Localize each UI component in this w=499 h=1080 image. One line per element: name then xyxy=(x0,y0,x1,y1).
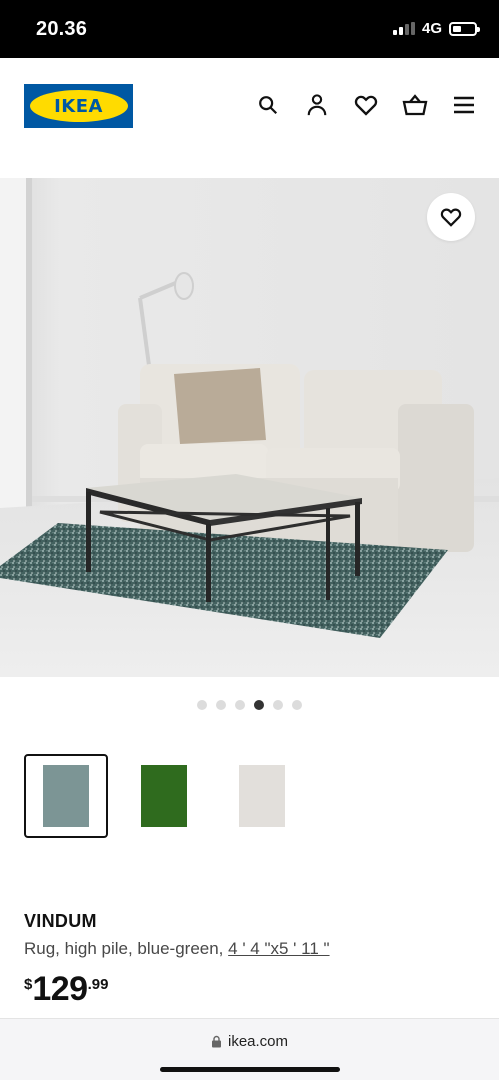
site-header: IKEA xyxy=(0,58,499,176)
header-icons xyxy=(255,92,477,118)
variant-thumbnails xyxy=(24,754,304,838)
carousel-dot[interactable] xyxy=(235,700,245,710)
url-text: ikea.com xyxy=(227,1033,289,1050)
room-scene-illustration xyxy=(0,178,499,677)
menu-icon[interactable] xyxy=(451,92,477,118)
variant-thumb-green[interactable] xyxy=(122,754,206,838)
status-bar: 20.36 4G xyxy=(0,0,499,58)
product-size-link[interactable]: 4 ' 4 "x5 ' 11 " xyxy=(228,939,329,958)
carousel-dot[interactable] xyxy=(292,700,302,710)
logo-text: IKEA xyxy=(54,95,103,117)
variant-swatch xyxy=(239,765,285,827)
url-field[interactable]: ikea.com xyxy=(0,1033,499,1050)
heart-icon[interactable] xyxy=(353,92,379,118)
product-image[interactable] xyxy=(0,178,499,677)
variant-thumb-white[interactable] xyxy=(220,754,304,838)
variant-swatch xyxy=(141,765,187,827)
product-description: Rug, high pile, blue-green, 4 ' 4 "x5 ' … xyxy=(24,939,330,959)
product-price: $ 129 .99 xyxy=(24,971,108,1007)
price-currency: $ xyxy=(24,976,33,993)
lock-icon xyxy=(211,1035,221,1048)
price-integer: 129 xyxy=(32,970,88,1008)
heart-icon xyxy=(440,208,462,227)
carousel-dot[interactable] xyxy=(254,700,264,710)
favorite-button[interactable] xyxy=(427,193,475,241)
carousel-dot[interactable] xyxy=(273,700,283,710)
user-icon[interactable] xyxy=(304,92,330,118)
network-type: 4G xyxy=(421,20,442,37)
product-description-text: Rug, high pile, blue-green, xyxy=(24,939,229,958)
logo-oval: IKEA xyxy=(29,90,128,122)
battery-level xyxy=(453,25,461,32)
signal-icon xyxy=(392,22,415,35)
price-decimal: .99 xyxy=(87,976,109,993)
status-time: 20.36 xyxy=(36,18,88,40)
variant-thumb-blue-green[interactable] xyxy=(24,754,108,838)
carousel-dot[interactable] xyxy=(197,700,207,710)
product-name: VINDUM xyxy=(24,911,97,931)
basket-icon[interactable] xyxy=(402,92,428,118)
home-indicator xyxy=(160,1067,340,1072)
browser-url-bar: ikea.com xyxy=(0,1018,499,1080)
carousel-dots xyxy=(197,700,302,710)
carousel-dot[interactable] xyxy=(216,700,226,710)
ikea-logo[interactable]: IKEA xyxy=(24,84,133,128)
search-icon[interactable] xyxy=(255,92,281,118)
variant-swatch xyxy=(43,765,89,827)
status-indicators: 4G xyxy=(392,20,480,37)
battery-icon xyxy=(449,21,480,36)
